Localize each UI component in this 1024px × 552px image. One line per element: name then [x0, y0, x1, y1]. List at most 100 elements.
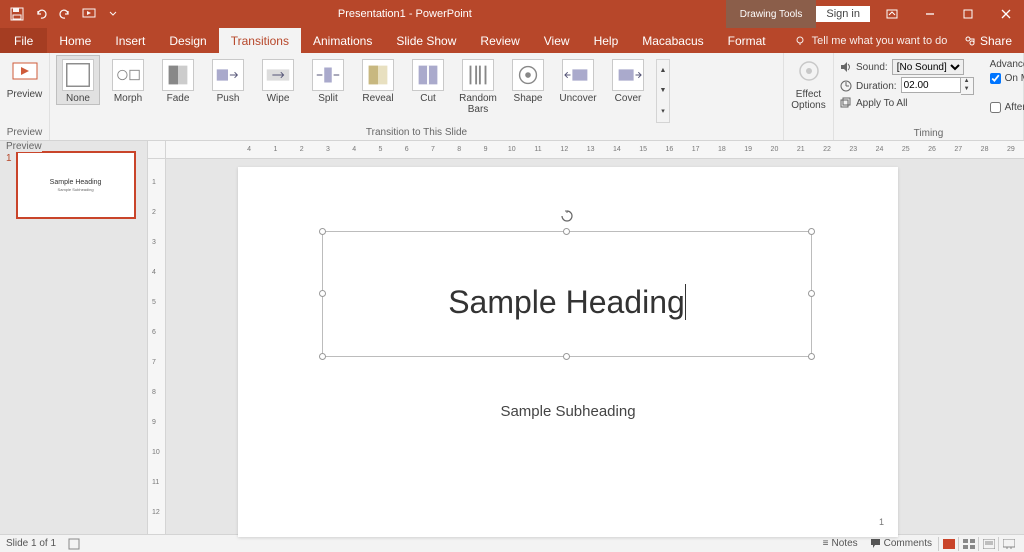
ruler-corner — [148, 141, 166, 159]
group-transitions: NoneMorphFadePushWipeSplitRevealCutRando… — [50, 53, 784, 140]
resize-handle[interactable] — [563, 228, 570, 235]
duration-spinner[interactable]: ▲▼ — [961, 77, 974, 95]
effect-options-icon — [795, 59, 823, 87]
tab-review[interactable]: Review — [468, 28, 531, 53]
apply-to-all-button[interactable]: Apply To All — [840, 97, 974, 109]
resize-handle[interactable] — [808, 353, 815, 360]
transition-reveal[interactable]: Reveal — [356, 55, 400, 104]
slide-sorter-icon[interactable] — [958, 537, 978, 551]
preview-icon — [11, 59, 39, 87]
effect-options-label: Effect Options — [790, 89, 827, 111]
tab-macabacus[interactable]: Macabacus — [630, 28, 715, 53]
transition-none[interactable]: None — [56, 55, 100, 105]
transition-shape[interactable]: Shape — [506, 55, 550, 104]
group-timing: Sound: [No Sound] Duration: ▲▼ Apply To … — [834, 53, 1024, 140]
reading-view-icon[interactable] — [978, 537, 998, 551]
on-click-label: On Mouse Click — [1005, 73, 1024, 84]
transition-cut[interactable]: Cut — [406, 55, 450, 104]
close-icon[interactable] — [990, 0, 1022, 28]
tab-insert[interactable]: Insert — [103, 28, 157, 53]
ribbon-display-icon[interactable] — [876, 0, 908, 28]
share-label: Share — [980, 34, 1012, 48]
undo-icon[interactable] — [30, 3, 52, 25]
transition-push[interactable]: Push — [206, 55, 250, 104]
save-icon[interactable] — [6, 3, 28, 25]
resize-handle[interactable] — [319, 228, 326, 235]
normal-view-icon[interactable] — [938, 537, 958, 551]
transition-split[interactable]: Split — [306, 55, 350, 104]
preview-button-label: Preview — [7, 89, 43, 100]
group-preview-label: Preview — [6, 127, 43, 140]
tab-animations[interactable]: Animations — [301, 28, 384, 53]
redo-icon[interactable] — [54, 3, 76, 25]
preview-button[interactable]: Preview — [6, 55, 43, 100]
transition-random-bars[interactable]: Random Bars — [456, 55, 500, 115]
resize-handle[interactable] — [319, 290, 326, 297]
maximize-icon[interactable] — [952, 0, 984, 28]
comments-button[interactable]: Comments — [864, 538, 938, 549]
group-preview: Preview Preview — [0, 53, 50, 140]
tab-help[interactable]: Help — [582, 28, 631, 53]
tell-me[interactable]: Tell me what you want to do — [778, 28, 948, 53]
tab-slideshow[interactable]: Slide Show — [384, 28, 468, 53]
share-icon — [964, 35, 976, 47]
transition-cover[interactable]: Cover — [606, 55, 650, 104]
effect-options-button: Effect Options — [790, 55, 827, 111]
slide-title[interactable]: Sample Heading — [323, 284, 811, 321]
transition-fade[interactable]: Fade — [156, 55, 200, 104]
after-checkbox[interactable] — [990, 102, 1001, 113]
window-title: Presentation1 - PowerPoint — [124, 8, 686, 20]
bulb-icon — [794, 35, 806, 47]
slide-canvas[interactable]: Sample Heading Sample Subheading 1 — [238, 167, 898, 537]
quick-access-toolbar — [0, 3, 124, 25]
tab-design[interactable]: Design — [157, 28, 218, 53]
resize-handle[interactable] — [319, 353, 326, 360]
slide-thumbnail-1[interactable]: Sample Heading Sample Subheading — [16, 151, 136, 219]
tab-home[interactable]: Home — [47, 28, 103, 53]
thumb-subheading: Sample Subheading — [58, 187, 94, 192]
tab-view[interactable]: View — [532, 28, 582, 53]
group-transitions-label: Transition to This Slide — [56, 127, 777, 140]
transition-wipe[interactable]: Wipe — [256, 55, 300, 104]
notes-button[interactable]: ≡Notes — [817, 538, 864, 549]
group-timing-label: Timing — [840, 128, 1017, 141]
slideshow-view-icon[interactable] — [998, 537, 1018, 551]
apply-all-icon — [840, 97, 852, 109]
sound-label: Sound: — [856, 62, 888, 73]
duration-icon — [840, 80, 852, 92]
tab-file[interactable]: File — [0, 28, 47, 53]
thumb-heading: Sample Heading — [50, 179, 102, 186]
contextual-tab-group: Drawing Tools — [726, 0, 817, 28]
qat-dropdown-icon[interactable] — [102, 3, 124, 25]
work-area: 1 Sample Heading Sample Subheading 41234… — [0, 141, 1024, 534]
slide-thumbnails: 1 Sample Heading Sample Subheading — [0, 141, 148, 534]
minimize-icon[interactable] — [914, 0, 946, 28]
slide-counter[interactable]: Slide 1 of 1 — [6, 538, 56, 549]
tab-transitions[interactable]: Transitions — [219, 28, 301, 53]
start-from-beginning-icon[interactable] — [78, 3, 100, 25]
on-click-checkbox[interactable] — [990, 73, 1001, 84]
sound-select[interactable]: [No Sound] — [892, 59, 964, 75]
share-button[interactable]: Share — [952, 28, 1024, 53]
resize-handle[interactable] — [808, 290, 815, 297]
comments-icon — [870, 538, 881, 549]
ribbon: Preview Preview NoneMorphFadePushWipeSpl… — [0, 53, 1024, 141]
resize-handle[interactable] — [563, 353, 570, 360]
title-textbox[interactable]: Sample Heading — [322, 231, 812, 357]
transition-morph[interactable]: Morph — [106, 55, 150, 104]
rotate-handle-icon[interactable] — [561, 210, 573, 222]
transition-uncover[interactable]: Uncover — [556, 55, 600, 104]
duration-input[interactable] — [901, 77, 961, 93]
group-effect-options: Effect Options — [784, 53, 834, 140]
tab-format[interactable]: Format — [716, 28, 778, 53]
spellcheck-icon[interactable] — [68, 538, 80, 550]
apply-all-label: Apply To All — [856, 98, 908, 109]
vertical-ruler: 123456789101112 — [148, 159, 166, 534]
transitions-more-button[interactable]: ▲▼▾ — [656, 59, 670, 123]
after-label: After: — [1005, 102, 1024, 113]
thumb-number: 1 — [6, 151, 12, 219]
signin-button[interactable]: Sign in — [816, 6, 870, 22]
preview-panel-label: Preview — [6, 141, 42, 152]
slide-subtitle[interactable]: Sample Subheading — [238, 403, 898, 420]
resize-handle[interactable] — [808, 228, 815, 235]
